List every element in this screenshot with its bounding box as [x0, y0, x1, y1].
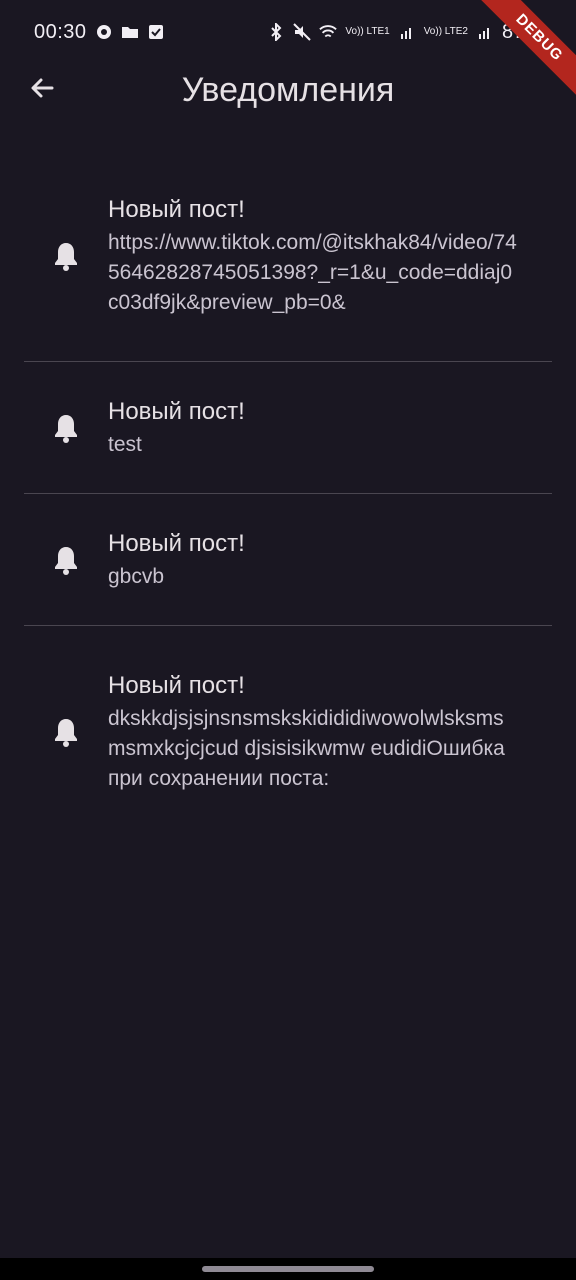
status-bar: 00:30 Vo)) LTE1 Vo)) LTE2 — [0, 0, 576, 64]
sim1-label: Vo)) LTE1 — [345, 26, 390, 37]
home-indicator[interactable] — [202, 1266, 374, 1272]
notification-item[interactable]: Новый пост! gbcvb — [24, 494, 552, 626]
checkbox-icon — [147, 23, 165, 41]
notification-text: Новый пост! https://www.tiktok.com/@itsk… — [108, 194, 518, 318]
notification-title: Новый пост! — [108, 672, 245, 699]
bell-icon — [24, 544, 108, 576]
signal-icon — [476, 23, 494, 41]
wifi-icon — [319, 23, 338, 41]
notification-item[interactable]: Новый пост! dkskkdjsjsjnsnsmskskidididiw… — [24, 626, 552, 838]
notification-item[interactable]: Новый пост! test — [24, 362, 552, 494]
notification-list: Новый пост! https://www.tiktok.com/@itsk… — [24, 150, 552, 838]
notification-text: Новый пост! dkskkdjsjsjnsnsmskskidididiw… — [108, 670, 518, 794]
notification-text: Новый пост! test — [108, 396, 518, 460]
bell-icon — [24, 412, 108, 444]
notification-body: gbcvb — [108, 564, 165, 588]
notification-body: https://www.tiktok.com/@itskhak84/video/… — [108, 230, 517, 314]
notification-text: Новый пост! gbcvb — [108, 528, 518, 592]
bluetooth-icon — [267, 23, 285, 41]
status-left: 00:30 — [34, 21, 165, 44]
notification-title: Новый пост! — [108, 397, 245, 425]
mute-icon — [293, 23, 312, 41]
navigation-bar — [0, 1258, 576, 1280]
notification-item[interactable]: Новый пост! https://www.tiktok.com/@itsk… — [24, 150, 552, 362]
app-bar: Уведомления — [0, 64, 576, 116]
sim2-label: Vo)) LTE2 — [423, 26, 468, 37]
signal-icon — [398, 23, 416, 41]
notification-title: Новый пост! — [108, 529, 245, 557]
app-badge-icon — [95, 23, 113, 41]
folder-icon — [121, 23, 139, 41]
notification-body: test — [108, 432, 142, 456]
notification-body: dkskkdjsjsjnsnsmskskidididiwowolwlsksmsm… — [108, 707, 505, 790]
status-right: Vo)) LTE1 Vo)) LTE2 87% — [267, 21, 542, 44]
page-title: Уведомления — [181, 71, 395, 109]
bell-icon — [24, 716, 108, 748]
notification-title: Новый пост! — [108, 195, 245, 223]
status-time: 00:30 — [34, 20, 87, 43]
bell-icon — [24, 240, 108, 272]
